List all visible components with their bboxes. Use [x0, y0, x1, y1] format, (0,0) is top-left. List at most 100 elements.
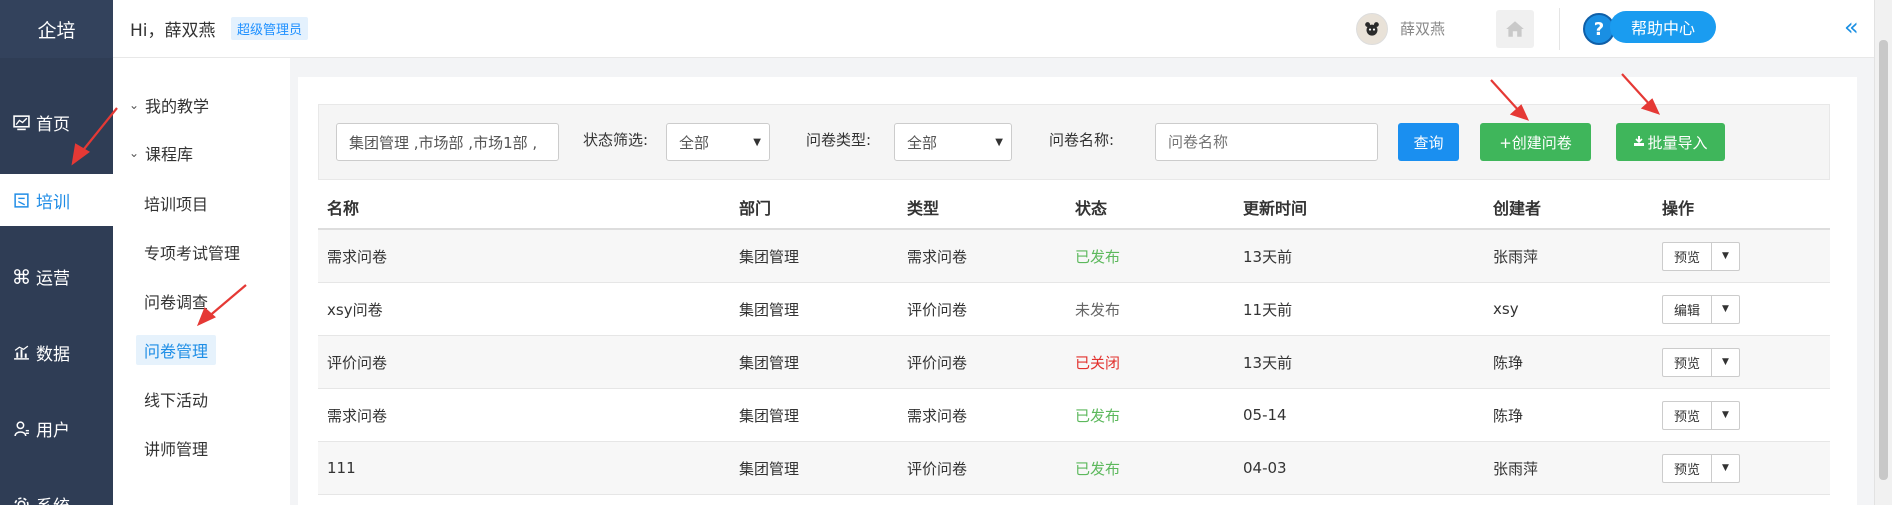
filter-bar: 集团管理 ,市场部 ,市场1部 , 状态筛选: 全部 ▼ 问卷类型: 全部 ▼ … — [318, 104, 1830, 180]
scrollbar-thumb[interactable] — [1879, 40, 1888, 480]
cell-creator: 陈琤 — [1493, 353, 1524, 372]
subnav-item-questionnaire-mgmt[interactable]: 问卷管理 — [136, 335, 217, 365]
column-header-creator[interactable]: 创建者 — [1493, 195, 1662, 219]
caret-down-icon[interactable]: ▼ — [1712, 400, 1740, 430]
column-header-dept[interactable]: 部门 — [739, 195, 907, 219]
home-icon — [1506, 21, 1524, 37]
chart-icon — [12, 343, 30, 361]
caret-down-icon: ▼ — [995, 136, 1003, 148]
gear-icon — [12, 495, 30, 505]
preview-button[interactable]: 预览 — [1662, 400, 1712, 430]
cell-dept: 集团管理 — [739, 353, 800, 372]
chevron-down-icon: ⌄ — [129, 98, 140, 112]
name-filter-label: 问卷名称: — [1049, 131, 1115, 149]
cell-status: 未发布 — [1075, 300, 1121, 319]
table-row: 需求问卷 集团管理 需求问卷 已发布 13天前 张雨萍 预览 ▼ — [318, 230, 1830, 283]
nav-item-label: 培训 — [36, 192, 70, 213]
query-button[interactable]: 查询 — [1398, 123, 1459, 161]
brand-logo: 企培 — [0, 0, 113, 58]
batch-import-button[interactable]: 批量导入 — [1616, 123, 1725, 161]
command-icon — [12, 267, 30, 285]
type-select[interactable]: 全部 ▼ — [894, 123, 1012, 161]
preview-button[interactable]: 预览 — [1662, 347, 1712, 377]
action-group: 编辑 ▼ — [1662, 294, 1830, 324]
cell-name: 需求问卷 — [327, 406, 388, 425]
divider — [1559, 8, 1560, 50]
subnav-my-teaching[interactable]: ⌄ 我的教学 — [129, 90, 209, 120]
cell-dept: 集团管理 — [739, 459, 800, 478]
action-group: 预览 ▼ — [1662, 453, 1830, 483]
cell-dept: 集团管理 — [739, 300, 800, 319]
nav-item-label: 数据 — [36, 344, 70, 365]
table-row: 评价问卷 集团管理 评价问卷 已关闭 13天前 陈琤 预览 ▼ — [318, 336, 1830, 389]
status-select-value: 全部 — [679, 133, 710, 152]
main-panel: 集团管理 ,市场部 ,市场1部 , 状态筛选: 全部 ▼ 问卷类型: 全部 ▼ … — [298, 77, 1857, 505]
preview-button[interactable]: 预览 — [1662, 453, 1712, 483]
nav-item-system[interactable]: 系统 — [0, 478, 113, 505]
cell-creator: 张雨萍 — [1493, 459, 1539, 478]
avatar-icon — [1365, 22, 1379, 36]
status-filter-label: 状态筛选: — [583, 131, 649, 149]
subnav-item-special-exam[interactable]: 专项考试管理 — [144, 237, 240, 267]
nav-item-home[interactable]: 首页 — [0, 96, 113, 148]
caret-down-icon[interactable]: ▼ — [1712, 241, 1740, 271]
column-header-name[interactable]: 名称 — [318, 195, 739, 219]
cell-updated: 05-14 — [1243, 406, 1287, 424]
subnav-item-survey[interactable]: 问卷调查 — [144, 286, 208, 316]
subnav-item-offline-activity[interactable]: 线下活动 — [144, 384, 208, 414]
nav-item-data[interactable]: 数据 — [0, 326, 113, 378]
column-header-updated[interactable]: 更新时间 — [1243, 195, 1493, 219]
cell-dept: 集团管理 — [739, 406, 800, 425]
subnav-item-training-projects[interactable]: 培训项目 — [144, 188, 208, 218]
home-button[interactable] — [1496, 10, 1534, 48]
cell-type: 评价问卷 — [907, 459, 968, 478]
cell-status: 已发布 — [1075, 247, 1121, 266]
edit-button[interactable]: 编辑 — [1662, 294, 1712, 324]
avatar[interactable] — [1356, 13, 1388, 45]
table-row: 111 集团管理 评价问卷 已发布 04-03 张雨萍 预览 ▼ — [318, 442, 1830, 495]
greeting-text: Hi，薛双燕 — [130, 21, 216, 41]
nav-item-label: 运营 — [36, 268, 70, 289]
nav-item-users[interactable]: 用户 — [0, 402, 113, 454]
nav-item-label: 首页 — [36, 114, 70, 135]
type-filter-label: 问卷类型: — [806, 131, 872, 149]
nav-item-training[interactable]: 培训 — [0, 174, 113, 226]
column-header-status[interactable]: 状态 — [1075, 195, 1243, 219]
cell-updated: 13天前 — [1243, 353, 1293, 372]
table-row: xsy问卷 集团管理 评价问卷 未发布 11天前 xsy 编辑 ▼ — [318, 283, 1830, 336]
nav-item-operations[interactable]: 运营 — [0, 250, 113, 302]
column-header-actions: 操作 — [1662, 198, 1695, 218]
action-group: 预览 ▼ — [1662, 241, 1830, 271]
column-header-type[interactable]: 类型 — [907, 195, 1075, 219]
caret-down-icon[interactable]: ▼ — [1712, 453, 1740, 483]
subnav-course-lib[interactable]: ⌄ 课程库 — [129, 138, 193, 168]
questionnaire-name-input[interactable] — [1155, 123, 1378, 161]
help-center-button[interactable]: 帮助中心 — [1610, 11, 1716, 43]
subnav-section-label: 课程库 — [145, 145, 194, 164]
collapse-icon[interactable]: « — [1844, 15, 1868, 40]
preview-button[interactable]: 预览 — [1662, 241, 1712, 271]
type-select-value: 全部 — [907, 133, 938, 152]
left-nav: 企培 首页 培训 运营 数据 用户 系统 — [0, 0, 113, 505]
table-row: 需求问卷 集团管理 需求问卷 已发布 05-14 陈琤 预览 ▼ — [318, 389, 1830, 442]
create-questionnaire-button[interactable]: +创建问卷 — [1480, 123, 1591, 161]
caret-down-icon[interactable]: ▼ — [1712, 347, 1740, 377]
subnav-item-lecturer-mgmt[interactable]: 讲师管理 — [144, 433, 208, 463]
cell-name: 111 — [327, 459, 356, 477]
caret-down-icon[interactable]: ▼ — [1712, 294, 1740, 324]
batch-import-label: 批量导入 — [1647, 133, 1708, 152]
department-select[interactable]: 集团管理 ,市场部 ,市场1部 , — [336, 123, 559, 161]
username[interactable]: 薛双燕 — [1400, 18, 1445, 39]
action-group: 预览 ▼ — [1662, 400, 1830, 430]
cell-name: 评价问卷 — [327, 353, 388, 372]
cell-status: 已发布 — [1075, 459, 1121, 478]
training-icon — [12, 191, 30, 209]
status-select[interactable]: 全部 ▼ — [666, 123, 770, 161]
scrollbar[interactable] — [1874, 0, 1892, 505]
nav-item-label: 用户 — [36, 420, 70, 441]
dashboard-icon — [12, 113, 30, 131]
cell-updated: 11天前 — [1243, 300, 1293, 319]
cell-name: xsy问卷 — [327, 300, 383, 319]
cell-type: 需求问卷 — [907, 406, 968, 425]
caret-down-icon: ▼ — [753, 136, 761, 148]
